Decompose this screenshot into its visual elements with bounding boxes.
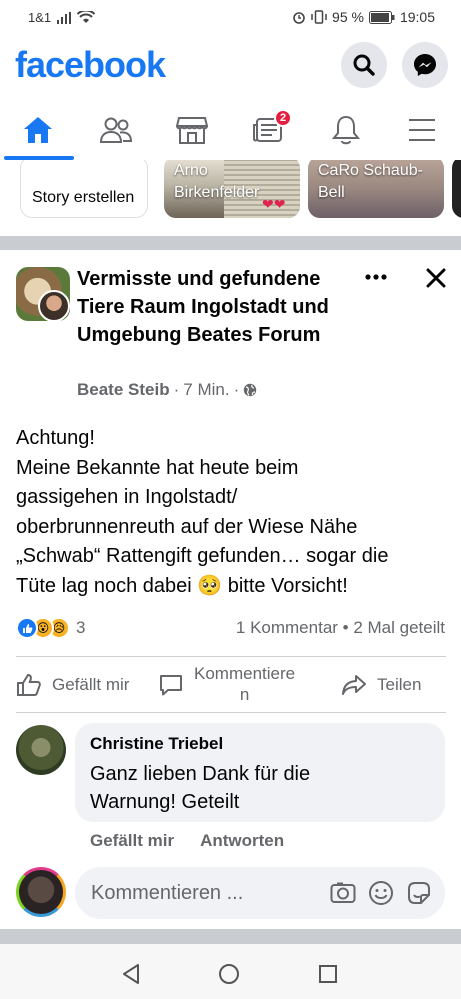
meta-separator: · <box>233 380 240 399</box>
my-avatar[interactable] <box>16 867 66 917</box>
friends-icon <box>99 117 133 143</box>
post-author[interactable]: Beate Steib <box>77 380 170 400</box>
post-text-line: Achtung! <box>16 427 95 449</box>
globe-icon <box>244 383 257 397</box>
vibrate-icon <box>311 10 327 24</box>
camera-icon[interactable] <box>329 879 357 907</box>
comment-text: Ganz lieben Dank für die Warnung! Geteil… <box>90 760 430 816</box>
post-text-line: „Schwab“ Rattengift gefunden… sogar die <box>16 545 389 567</box>
messenger-button[interactable] <box>402 42 448 88</box>
like-label: Gefällt mir <box>52 675 130 694</box>
comment-reply-link[interactable]: Antworten <box>200 831 284 851</box>
reaction-summary[interactable]: 😮 😥 3 <box>16 617 85 639</box>
comment-button[interactable]: Kommentiere n <box>158 660 295 710</box>
alarm-icon <box>293 12 305 24</box>
bell-icon <box>331 115 361 145</box>
tab-notifications[interactable] <box>308 100 384 160</box>
hide-post-button[interactable] <box>422 264 450 292</box>
comment-label-line: Kommentiere <box>194 663 296 683</box>
comment-input-placeholder: Kommentieren ... <box>91 882 244 904</box>
comment-author[interactable]: Christine Triebel <box>90 734 223 754</box>
post-text-line: Meine Bekannte hat heute beim <box>16 456 299 479</box>
commenter-avatar[interactable] <box>16 725 66 775</box>
story-card[interactable]: ❤❤ Arno Birkenfelder <box>164 160 300 218</box>
comment-icon <box>160 675 182 696</box>
story-name: Arno Birkenfelder <box>174 162 260 201</box>
tab-friends[interactable] <box>78 100 154 160</box>
recents-icon[interactable] <box>318 964 338 984</box>
author-avatar[interactable] <box>38 290 70 322</box>
meta-separator: · <box>173 380 180 399</box>
status-bar: 1&1 95 % 19:05 <box>0 0 461 34</box>
marketplace-icon <box>176 117 208 144</box>
tab-news[interactable]: 2 <box>230 100 306 160</box>
home-icon <box>24 117 52 143</box>
comment-actions: Gefällt mir Antworten <box>90 831 284 851</box>
comment-label: Kommentiere n <box>194 663 295 705</box>
close-icon <box>426 268 446 288</box>
comment-text-line: Warnung! Geteilt <box>90 791 240 813</box>
messenger-icon <box>414 54 436 76</box>
tab-menu[interactable] <box>384 100 460 160</box>
tab-home[interactable] <box>0 100 76 160</box>
clock: 19:05 <box>399 9 435 25</box>
story-card[interactable] <box>452 160 461 218</box>
like-button[interactable]: Gefällt mir <box>16 660 129 710</box>
battery-icon <box>368 10 395 24</box>
signal-icon <box>57 11 72 24</box>
post-text-line: gassigehen in Ingolstadt/ <box>16 486 238 508</box>
sticker-icon[interactable] <box>405 879 433 907</box>
home-circle-icon[interactable] <box>218 963 240 985</box>
comment-label-line: n <box>239 684 250 704</box>
back-icon[interactable] <box>120 963 142 985</box>
composer-icons <box>329 879 433 907</box>
reaction-count: 3 <box>76 618 86 637</box>
comment-bubble: Christine Triebel Ganz lieben Dank für d… <box>75 723 445 822</box>
post-text-line: oberbrunnenreuth auf der Wiese Nähe <box>16 515 358 538</box>
post-time[interactable]: 7 Min. <box>183 380 229 400</box>
actions-divider <box>16 712 446 713</box>
tab-marketplace[interactable] <box>154 100 230 160</box>
emoji-icon[interactable] <box>367 879 395 907</box>
story-create-label: Story erstellen <box>32 189 135 206</box>
battery-percent: 95 % <box>332 9 364 25</box>
share-icon <box>342 675 366 695</box>
wifi-icon <box>77 11 96 23</box>
stories-strip: Story erstellen ❤❤ Arno Birkenfelder CaR… <box>0 160 461 236</box>
comment-text-line: Ganz lieben Dank für die <box>90 763 311 785</box>
search-icon <box>353 54 375 76</box>
share-button[interactable]: Teilen <box>341 660 421 710</box>
more-icon <box>365 274 387 280</box>
comment-like-link[interactable]: Gefällt mir <box>90 831 174 851</box>
story-name: CaRo Schaub-Bell <box>318 162 423 201</box>
top-nav: 2 <box>0 100 461 160</box>
feed-divider <box>0 929 461 944</box>
post-meta: Beate Steib · 7 Min. · <box>77 380 257 400</box>
android-nav-bar <box>0 944 461 999</box>
group-title[interactable]: Vermisste und gefundene Tiere Raum Ingol… <box>77 265 367 349</box>
feed-divider <box>0 236 461 250</box>
story-create-card[interactable]: Story erstellen <box>20 160 148 218</box>
post-text-line: Tüte lag noch dabei 🥺 bitte Vorsicht! <box>16 574 348 597</box>
facebook-logo[interactable]: facebook <box>15 44 166 86</box>
like-reaction-icon <box>16 617 38 639</box>
post-options-button[interactable] <box>362 263 390 291</box>
carrier-label: 1&1 <box>28 10 52 25</box>
share-label: Teilen <box>377 675 422 694</box>
story-card[interactable]: CaRo Schaub-Bell <box>308 160 444 218</box>
search-button[interactable] <box>341 42 387 88</box>
menu-icon <box>409 119 435 141</box>
post-stats[interactable]: 1 Kommentar • 2 Mal geteilt <box>236 618 445 638</box>
news-badge: 2 <box>274 109 292 127</box>
post-divider <box>16 656 446 657</box>
post-text: Achtung! Meine Bekannte hat heute beim g… <box>16 424 456 601</box>
comment-input[interactable]: Kommentieren ... <box>75 867 445 919</box>
thumbs-up-icon <box>17 673 41 696</box>
